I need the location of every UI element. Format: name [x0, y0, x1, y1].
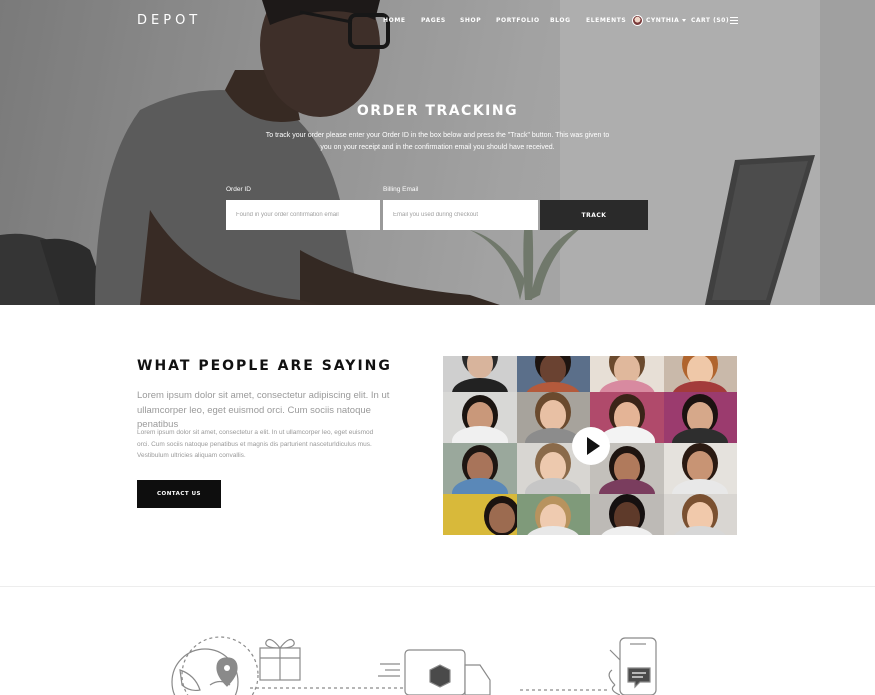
nav-item-home[interactable]: HOME	[383, 17, 406, 24]
user-name: CYNTHIA	[646, 16, 680, 24]
portrait-tile	[663, 494, 737, 535]
nav-item-portfolio[interactable]: PORTFOLIO	[496, 17, 540, 24]
billing-email-input[interactable]	[383, 200, 538, 230]
package-icon	[429, 664, 451, 688]
section-body: Lorem ipsum dolor sit amet, consectetur …	[137, 429, 374, 459]
portrait-tile	[443, 392, 517, 443]
portrait-tile	[443, 443, 517, 494]
section-title: WHAT PEOPLE ARE SAYING	[137, 358, 392, 374]
delivery-process-illustration	[171, 636, 657, 695]
portrait-tile	[443, 356, 517, 392]
track-button[interactable]: TRACK	[540, 200, 648, 230]
user-avatar	[632, 14, 643, 26]
site-logo[interactable]: DEPOT	[137, 13, 201, 28]
chevron-down-icon	[682, 18, 687, 22]
hamburger-menu-icon[interactable]	[730, 17, 738, 24]
phone-icon	[608, 637, 657, 695]
portrait-tile	[663, 356, 737, 392]
portrait-tile	[663, 443, 737, 494]
play-icon[interactable]	[572, 427, 610, 465]
section-lead: Lorem ipsum dolor sit amet, consectetur …	[137, 390, 390, 430]
nav-item-shop[interactable]: SHOP	[460, 17, 481, 24]
portrait-tile	[443, 494, 517, 535]
top-navigation: DEPOT HOME PAGES SHOP PORTFOLIO BLOG ELE…	[0, 0, 875, 40]
portrait-tile	[590, 494, 664, 535]
contact-us-button[interactable]: CONTACT US	[137, 480, 221, 508]
nav-item-pages[interactable]: PAGES	[421, 17, 446, 24]
nav-item-elements[interactable]: ELEMENTS	[586, 17, 626, 24]
billing-email-label: Billing Email	[383, 186, 419, 193]
user-menu[interactable]: CYNTHIA	[632, 14, 687, 26]
portrait-tile	[590, 356, 664, 392]
cart-link[interactable]: CART (S0)	[691, 17, 729, 24]
section-divider	[0, 586, 875, 587]
order-id-label: Order ID	[226, 186, 251, 193]
nav-item-blog[interactable]: BLOG	[550, 17, 571, 24]
portrait-tile	[516, 356, 590, 392]
tracking-instructions: To track your order please enter your Or…	[265, 132, 610, 151]
portrait-tile	[516, 494, 590, 535]
hero-banner: DEPOT HOME PAGES SHOP PORTFOLIO BLOG ELE…	[0, 0, 875, 305]
portrait-tile	[663, 392, 737, 443]
order-id-input[interactable]	[226, 200, 380, 230]
page-title: ORDER TRACKING	[356, 103, 519, 119]
